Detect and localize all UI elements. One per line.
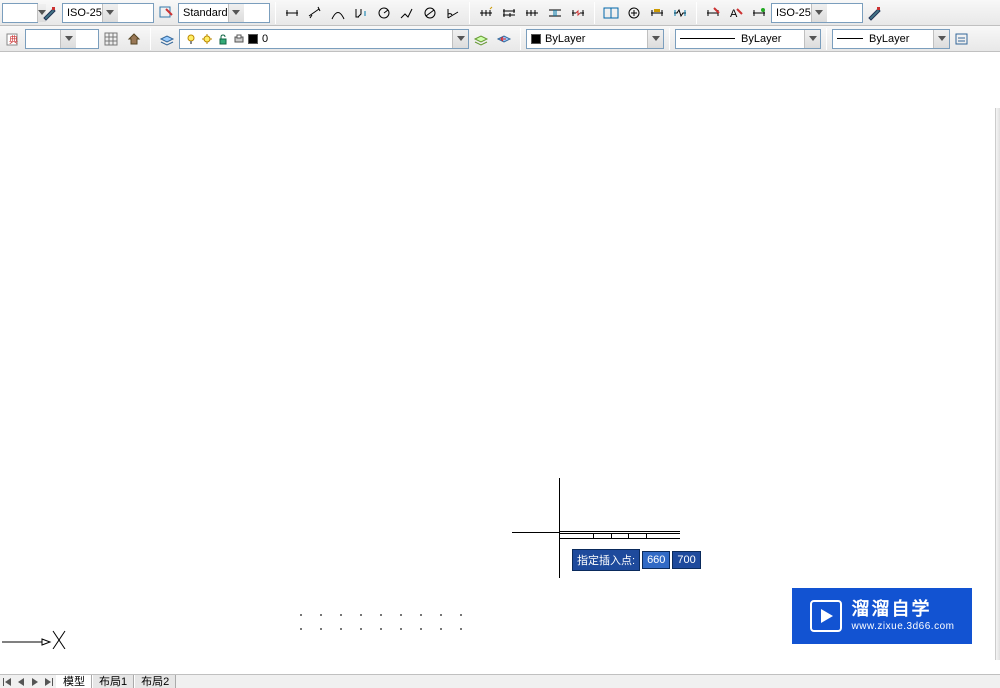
- dimedit-icon[interactable]: [702, 2, 724, 24]
- ucs-icon: [2, 609, 72, 652]
- dimstyle-dropdown[interactable]: ISO-25: [62, 3, 154, 23]
- layer-dropdown[interactable]: 0: [179, 29, 469, 49]
- linetype-dropdown[interactable]: ByLayer: [675, 29, 821, 49]
- dimarc-icon[interactable]: [327, 2, 349, 24]
- toolbar-row-2: 典 0 ByLayer: [0, 26, 1000, 52]
- dynamic-input-tooltip: 指定插入点: 660 700: [572, 549, 701, 571]
- dynamic-input-prompt: 指定插入点:: [572, 549, 640, 571]
- centermark-icon[interactable]: [623, 2, 645, 24]
- textstyle-dropdown[interactable]: Standard: [178, 3, 270, 23]
- dimlinear-icon[interactable]: [281, 2, 303, 24]
- chevron-down-icon: [102, 4, 118, 22]
- tab-nav-prev-icon[interactable]: [14, 675, 28, 688]
- watermark-banner: 溜溜自学 www.zixue.3d66.com: [792, 588, 972, 644]
- dimbreak-icon[interactable]: [567, 2, 589, 24]
- dimangular-icon[interactable]: [442, 2, 464, 24]
- tolerance-icon[interactable]: [600, 2, 622, 24]
- color-swatch: [531, 34, 541, 44]
- chevron-down-icon: [60, 30, 76, 48]
- svg-text:典: 典: [9, 34, 18, 45]
- chevron-down-icon: [228, 4, 244, 22]
- dimbaseline-icon[interactable]: [498, 2, 520, 24]
- lineweight-label: ByLayer: [869, 33, 909, 45]
- crosshair-horizontal: [512, 532, 560, 533]
- block-insertion-preview: [560, 531, 680, 539]
- toolbar-separator: [469, 2, 470, 24]
- textstyle-label: Standard: [183, 7, 228, 19]
- dimradius-icon[interactable]: [373, 2, 395, 24]
- qdim-icon[interactable]: [475, 2, 497, 24]
- diminspect-icon[interactable]: [646, 2, 668, 24]
- toolbar-separator: [520, 28, 521, 50]
- layer-color-swatch: [248, 34, 258, 44]
- toolbar-separator: [150, 28, 151, 50]
- plot-icon: [232, 32, 246, 46]
- chevron-down-icon: [811, 4, 827, 22]
- watermark-url: www.zixue.3d66.com: [852, 621, 955, 633]
- home-icon[interactable]: [123, 28, 145, 50]
- dimaligned-icon[interactable]: [304, 2, 326, 24]
- right-scroll-edge[interactable]: [995, 108, 1000, 660]
- dimstyle-label: ISO-25: [67, 7, 102, 19]
- dim-update-icon[interactable]: [39, 2, 61, 24]
- dimstyle2-dropdown[interactable]: ISO-25: [771, 3, 863, 23]
- construction-points: [300, 614, 470, 634]
- layout-tabs-bar: 模型 布局1 布局2: [0, 674, 1000, 688]
- linetype-sample: [680, 38, 735, 39]
- dimupdate-icon[interactable]: [748, 2, 770, 24]
- chevron-down-icon: [804, 30, 820, 48]
- toolbar-separator: [275, 2, 276, 24]
- dimjoglinear-icon[interactable]: [669, 2, 691, 24]
- sun-freeze-icon: [200, 32, 214, 46]
- tab-nav-first-icon[interactable]: [0, 675, 14, 688]
- tab-layout1[interactable]: 布局1: [92, 675, 134, 688]
- toolbar-separator: [594, 2, 595, 24]
- layer-previous-icon[interactable]: [493, 28, 515, 50]
- toolbar-separator: [669, 28, 670, 50]
- dropdown-partial-left[interactable]: [2, 3, 38, 23]
- lock-open-icon: [216, 32, 230, 46]
- tab-model[interactable]: 模型: [56, 675, 92, 688]
- dimspace-icon[interactable]: [544, 2, 566, 24]
- watermark-title: 溜溜自学: [852, 599, 955, 621]
- grid-pattern-icon[interactable]: [100, 28, 122, 50]
- chevron-down-icon: [647, 30, 663, 48]
- toolbar-separator: [826, 28, 827, 50]
- dimstyle2-label: ISO-25: [776, 7, 811, 19]
- dimdiameter-icon[interactable]: [419, 2, 441, 24]
- table-style-dropdown[interactable]: [25, 29, 99, 49]
- layer-states-icon[interactable]: [470, 28, 492, 50]
- chevron-down-icon: [933, 30, 949, 48]
- crosshair-vertical: [559, 478, 560, 578]
- lightbulb-on-icon: [184, 32, 198, 46]
- toolbar-separator: [696, 2, 697, 24]
- dimstyle-control-icon[interactable]: [864, 2, 886, 24]
- layer-manager-icon[interactable]: [156, 28, 178, 50]
- dimcontinue-icon[interactable]: [521, 2, 543, 24]
- toolbar-row-1: ISO-25 Standard A ISO-25: [0, 0, 1000, 26]
- chevron-down-icon: [452, 30, 468, 48]
- dimordinate-icon[interactable]: [350, 2, 372, 24]
- layer-name-label: 0: [262, 33, 292, 45]
- dynamic-input-y-field[interactable]: 700: [672, 551, 700, 569]
- textstyle-edit-icon[interactable]: [155, 2, 177, 24]
- watermark-play-icon: [810, 600, 842, 632]
- dynamic-input-x-field[interactable]: 660: [642, 551, 670, 569]
- color-label: ByLayer: [545, 33, 585, 45]
- dimjogged-icon[interactable]: [396, 2, 418, 24]
- tab-layout2[interactable]: 布局2: [134, 675, 176, 688]
- lineweight-dropdown[interactable]: ByLayer: [832, 29, 950, 49]
- dimtedit-icon[interactable]: A: [725, 2, 747, 24]
- plotstyle-icon[interactable]: [951, 28, 973, 50]
- lineweight-sample: [837, 38, 863, 39]
- dict-icon[interactable]: 典: [2, 28, 24, 50]
- tab-nav-last-icon[interactable]: [42, 675, 56, 688]
- color-dropdown[interactable]: ByLayer: [526, 29, 664, 49]
- tab-nav-next-icon[interactable]: [28, 675, 42, 688]
- drawing-canvas[interactable]: 指定插入点: 660 700 溜溜自学 www.zixue.3d66.c: [0, 54, 1000, 674]
- linetype-label: ByLayer: [741, 33, 781, 45]
